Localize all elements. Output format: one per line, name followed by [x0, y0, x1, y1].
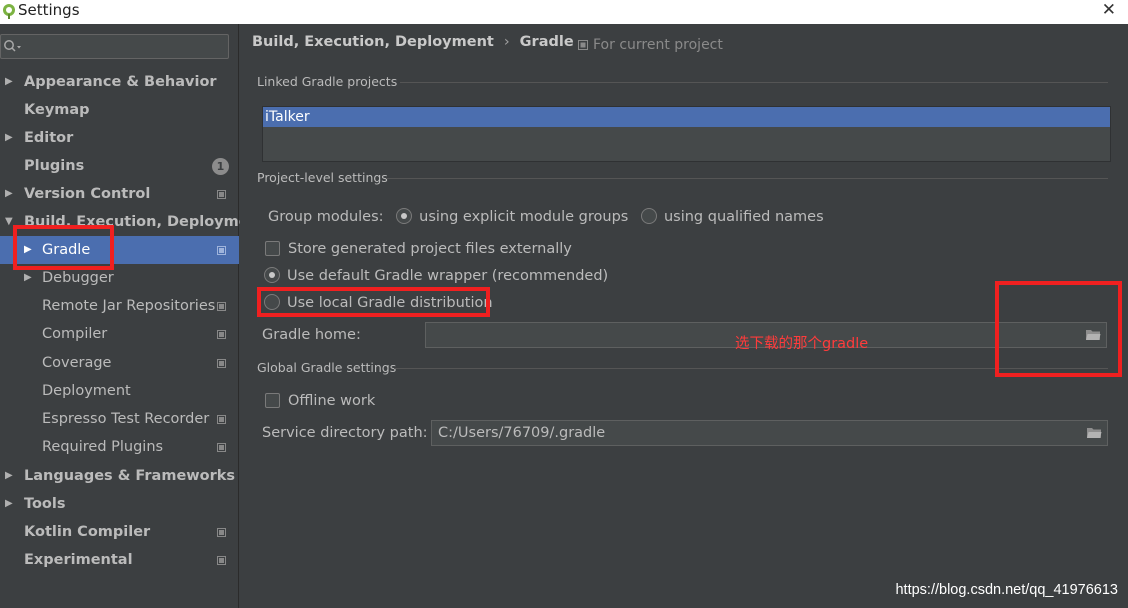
section-title: Project-level settings — [257, 170, 388, 185]
offline-work-label: Offline work — [288, 393, 376, 409]
sidebar-item-espresso-test-recorder[interactable]: Espresso Test Recorder — [0, 405, 239, 433]
update-count-badge: 1 — [212, 158, 229, 175]
radio-selected-icon[interactable] — [264, 267, 280, 283]
service-directory-input[interactable]: C:/Users/76709/.gradle — [431, 420, 1108, 446]
android-studio-icon — [3, 4, 15, 19]
section-global-gradle-settings: Global Gradle settings — [257, 360, 1108, 375]
breadcrumb-current: Gradle — [519, 34, 574, 50]
expand-arrow-icon: ▶ — [5, 470, 13, 481]
sidebar-item-deployment[interactable]: Deployment — [0, 377, 239, 405]
expand-arrow-icon: ▶ — [5, 188, 13, 199]
store-externally-checkbox[interactable]: Store generated project files externally — [265, 241, 572, 257]
sidebar-item-label: Tools — [24, 496, 66, 512]
project-scope-icon — [217, 528, 226, 537]
sidebar-item-editor[interactable]: ▶ Editor — [0, 124, 239, 152]
section-divider — [386, 178, 1108, 179]
title-bar: Settings ✕ — [0, 0, 1128, 24]
group-modules-explicit-option[interactable]: using explicit module groups — [396, 208, 628, 225]
sidebar-item-plugins[interactable]: Plugins 1 — [0, 152, 239, 180]
expand-arrow-icon: ▶ — [5, 498, 13, 509]
sidebar-item-coverage[interactable]: Coverage — [0, 349, 239, 377]
search-input[interactable] — [0, 34, 229, 59]
for-current-project-label: For current project — [593, 37, 723, 53]
close-icon[interactable]: ✕ — [1102, 0, 1116, 20]
collapse-arrow-icon: ▼ — [5, 216, 13, 227]
annotation-box-gradle — [13, 225, 114, 270]
project-scope-icon — [217, 443, 226, 452]
checkbox-unchecked-icon[interactable] — [265, 393, 280, 408]
sidebar-item-label: Version Control — [24, 186, 151, 202]
sidebar-item-label: Appearance & Behavior — [24, 74, 217, 90]
list-item[interactable]: iTalker — [263, 107, 1110, 127]
project-scope-icon — [578, 40, 588, 50]
sidebar-item-label: Compiler — [42, 326, 108, 342]
radio-selected-icon[interactable] — [396, 208, 413, 224]
section-title: Global Gradle settings — [257, 360, 397, 375]
annotation-box-folder — [995, 281, 1122, 377]
breadcrumb-separator: › — [503, 34, 510, 50]
group-modules-row: Group modules: using explicit module gro… — [268, 208, 824, 225]
annotation-box-use-local — [257, 287, 490, 317]
project-scope-icon — [217, 302, 226, 311]
breadcrumb-parent[interactable]: Build, Execution, Deployment — [252, 34, 494, 50]
sidebar-item-languages-frameworks[interactable]: ▶ Languages & Frameworks — [0, 462, 239, 490]
annotation-text: 选下载的那个gradle — [735, 336, 869, 352]
sidebar-item-kotlin-compiler[interactable]: Kotlin Compiler — [0, 518, 239, 546]
expand-arrow-icon: ▶ — [5, 76, 13, 87]
settings-sidebar: ▶ Appearance & Behavior Keymap ▶ Editor … — [0, 24, 266, 608]
offline-work-checkbox[interactable]: Offline work — [265, 393, 375, 409]
sidebar-item-label: Keymap — [24, 102, 90, 118]
search-icon — [4, 40, 21, 52]
for-current-project-hint: For current project — [578, 37, 723, 53]
linked-projects-list[interactable]: iTalker — [262, 106, 1111, 162]
section-linked-gradle-projects: Linked Gradle projects — [257, 74, 1108, 89]
group-modules-label: Group modules: — [268, 209, 384, 225]
section-divider — [400, 82, 1108, 83]
checkbox-unchecked-icon[interactable] — [265, 241, 280, 256]
project-scope-icon — [217, 246, 226, 255]
sidebar-item-appearance-behavior[interactable]: ▶ Appearance & Behavior — [0, 68, 239, 96]
sidebar-item-label: Plugins — [24, 158, 85, 174]
expand-arrow-icon: ▶ — [5, 132, 13, 143]
sidebar-item-experimental[interactable]: Experimental — [0, 546, 239, 574]
sidebar-item-required-plugins[interactable]: Required Plugins — [0, 433, 239, 461]
gradle-home-label: Gradle home: — [262, 327, 361, 343]
sidebar-item-label: Experimental — [24, 552, 133, 568]
sidebar-item-label: Remote Jar Repositories — [42, 298, 216, 314]
section-title: Linked Gradle projects — [257, 74, 398, 89]
use-default-wrapper-radio[interactable]: Use default Gradle wrapper (recommended) — [264, 267, 608, 284]
sidebar-item-label: Deployment — [42, 383, 131, 399]
sidebar-item-label: Required Plugins — [42, 439, 164, 455]
sidebar-item-tools[interactable]: ▶ Tools — [0, 490, 239, 518]
sidebar-item-remote-jar-repositories[interactable]: Remote Jar Repositories — [0, 292, 239, 320]
project-scope-icon — [217, 190, 226, 199]
sidebar-item-label: Coverage — [42, 355, 112, 371]
project-scope-icon — [217, 415, 226, 424]
sidebar-item-label: Espresso Test Recorder — [42, 411, 210, 427]
window-title: Settings — [18, 1, 80, 19]
project-scope-icon — [217, 359, 226, 368]
service-directory-value: C:/Users/76709/.gradle — [438, 425, 606, 441]
sidebar-item-keymap[interactable]: Keymap — [0, 96, 239, 124]
sidebar-item-label: Kotlin Compiler — [24, 524, 151, 540]
section-project-level-settings: Project-level settings — [257, 170, 1108, 185]
folder-browse-icon[interactable] — [1086, 426, 1102, 439]
group-modules-qualified-option[interactable]: using qualified names — [640, 208, 824, 225]
watermark: https://blog.csdn.net/qq_41976613 — [895, 582, 1118, 598]
service-directory-label: Service directory path: — [262, 425, 428, 441]
project-scope-icon — [217, 556, 226, 565]
sidebar-item-compiler[interactable]: Compiler — [0, 320, 239, 348]
sidebar-item-version-control[interactable]: ▶ Version Control — [0, 180, 239, 208]
sidebar-item-label: Languages & Frameworks — [24, 468, 236, 484]
sidebar-item-label: Editor — [24, 130, 74, 146]
use-default-wrapper-label: Use default Gradle wrapper (recommended) — [287, 268, 609, 284]
radio-unselected-icon[interactable] — [640, 208, 657, 224]
breadcrumb: Build, Execution, Deployment › Gradle — [252, 34, 574, 50]
project-scope-icon — [217, 330, 226, 339]
store-externally-label: Store generated project files externally — [288, 241, 572, 257]
